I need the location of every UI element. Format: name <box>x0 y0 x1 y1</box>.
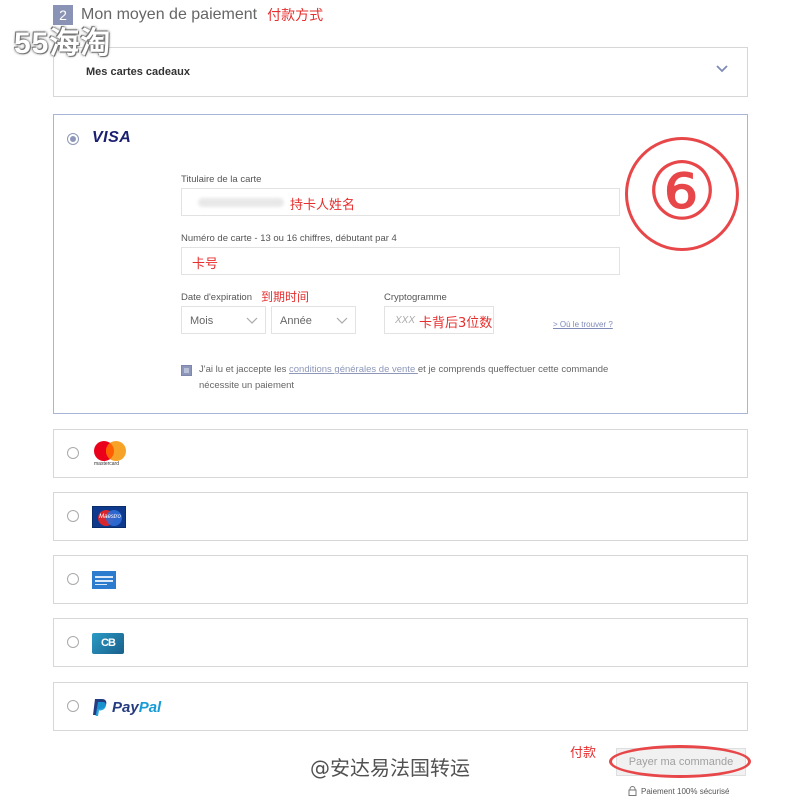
step-six-annotation: ⑥ <box>625 137 739 251</box>
secure-payment-text: Paiement 100% sécurisé <box>641 786 730 796</box>
cvv-annotation: 卡背后3位数 <box>419 316 493 331</box>
terms-checkbox[interactable] <box>181 365 192 376</box>
pay-annotation: 付款 <box>570 746 597 761</box>
maestro-radio[interactable] <box>67 510 79 522</box>
payment-option-paypal[interactable]: PayPal <box>53 682 748 731</box>
chevron-down-icon[interactable] <box>715 64 729 74</box>
payment-option-amex[interactable] <box>53 555 748 604</box>
card-holder-input[interactable]: 持卡人姓名 <box>181 188 620 216</box>
cvv-input[interactable]: XXX 卡背后3位数 <box>384 306 494 334</box>
share-watermark: @安达易法国转运 <box>310 756 470 780</box>
paypal-radio[interactable] <box>67 700 79 712</box>
paypal-logo-icon <box>93 699 107 716</box>
paypal-label-pay: Pay <box>112 699 139 716</box>
terms-text-before: J'ai lu et jaccepte les <box>199 364 289 375</box>
step-annotation: 付款方式 <box>267 8 324 24</box>
terms-link[interactable]: conditions générales de vente <box>289 364 418 375</box>
maestro-label: Maestro <box>99 514 121 520</box>
card-holder-annotation: 持卡人姓名 <box>290 198 356 213</box>
payment-option-mastercard[interactable]: mastercard <box>53 429 748 478</box>
watermark-logo: 55海淘 <box>14 27 112 60</box>
visa-radio[interactable] <box>67 133 79 145</box>
cb-radio[interactable] <box>67 636 79 648</box>
maestro-logo-icon: Maestro <box>92 506 126 528</box>
amex-radio[interactable] <box>67 573 79 585</box>
cb-label: CB <box>101 637 116 649</box>
cb-logo-icon: CB <box>92 633 124 654</box>
cvv-label: Cryptogramme <box>384 292 447 303</box>
gift-cards-title: Mes cartes cadeaux <box>86 66 190 78</box>
expiry-month-select[interactable]: Mois <box>181 306 266 334</box>
expiry-year-value: Année <box>280 315 312 327</box>
chevron-down-icon <box>336 317 348 324</box>
paypal-label: PayPal <box>112 699 161 716</box>
chevron-down-icon <box>246 317 258 324</box>
expiry-annotation: 到期时间 <box>261 290 310 304</box>
expiry-label: Date d'expiration <box>181 292 252 303</box>
cvv-placeholder: XXX <box>395 315 416 326</box>
mastercard-label: mastercard <box>94 461 120 467</box>
lock-icon <box>628 786 637 796</box>
expiry-month-value: Mois <box>190 315 214 327</box>
payment-option-maestro[interactable]: Maestro <box>53 492 748 541</box>
card-number-input[interactable]: 卡号 <box>181 247 620 275</box>
terms-text: J'ai lu et jaccepte les conditions génér… <box>199 362 609 394</box>
paypal-label-pal: Pal <box>138 699 162 716</box>
card-holder-label: Titulaire de la carte <box>181 174 262 185</box>
cvv-help-link[interactable]: > Où le trouver ? <box>553 320 613 329</box>
card-holder-value <box>198 198 284 207</box>
card-number-annotation: 卡号 <box>192 257 219 272</box>
payment-option-cb[interactable]: CB <box>53 618 748 667</box>
card-number-label: Numéro de carte - 13 ou 16 chiffres, déb… <box>181 233 397 244</box>
visa-logo: VISA <box>92 129 132 146</box>
gift-cards-accordion[interactable]: Mes cartes cadeaux <box>53 47 748 97</box>
secure-payment-note: Paiement 100% sécurisé <box>628 786 730 796</box>
mastercard-radio[interactable] <box>67 447 79 459</box>
expiry-year-select[interactable]: Année <box>271 306 356 334</box>
amex-logo-icon <box>92 571 116 589</box>
pay-order-button[interactable]: Payer ma commande <box>616 748 746 776</box>
